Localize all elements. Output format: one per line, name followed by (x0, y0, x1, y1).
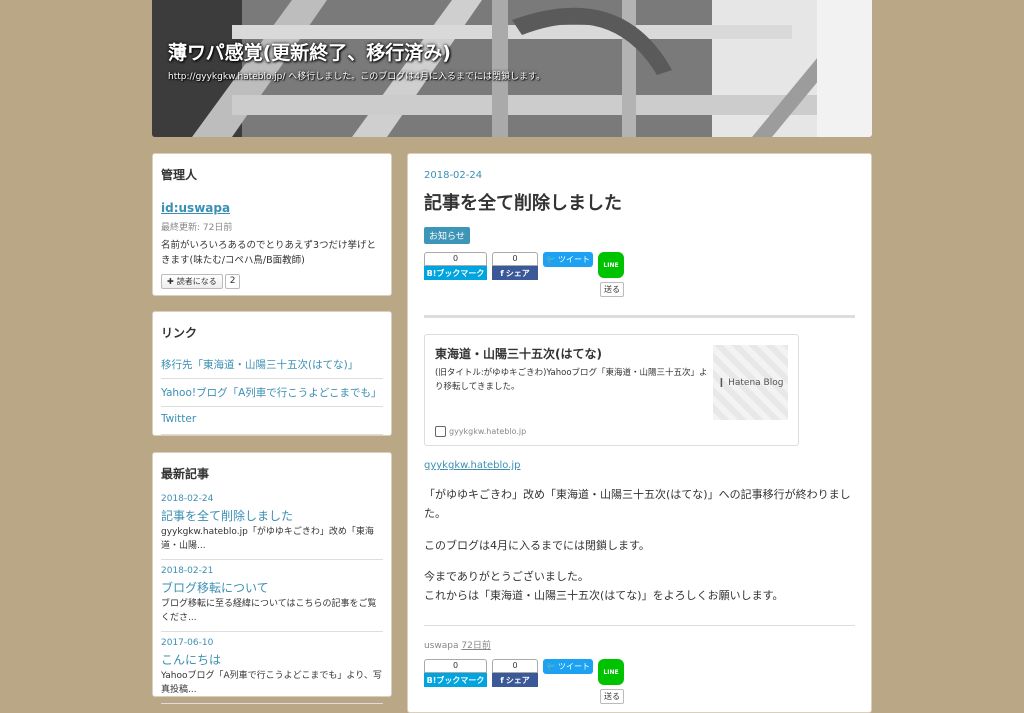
line-share: LINE 送る (598, 659, 626, 705)
link-migration[interactable]: 移行先「東海道・山陽三十五次(はてな)」 (161, 359, 358, 371)
line-icon[interactable]: LINE (598, 659, 624, 686)
blog-description: http://gyykgkw.hateblo.jp/ へ移行しました。このブログ… (168, 72, 546, 82)
facebook-icon: f (500, 675, 504, 685)
paragraph-line: これからは「東海道・山陽三十五次(はてな)」をよろしくお願いします。 (424, 589, 784, 602)
line-icon[interactable]: LINE (598, 252, 624, 278)
footer-author: uswapa (424, 641, 459, 652)
recent-entry-date: 2017-06-10 (161, 638, 214, 648)
line-send-button[interactable]: 送る (600, 282, 624, 297)
paragraph-line: 今までありがとうございました。 (424, 569, 589, 583)
blog-header: 薄ワパ感覚(更新終了、移行済み) http://gyykgkw.hateblo.… (152, 0, 872, 137)
recent-entry: 2017-06-10 こんにちは Yahooブログ「A列車で行こうよどこまでも」… (161, 632, 383, 704)
recent-entry-date: 2018-02-21 (161, 566, 214, 576)
recent-entry-summary: ブログ移転に至る経緯についてはこちらの記事をご覧くださ... (161, 599, 377, 623)
recent-entry-title[interactable]: こんにちは (161, 651, 383, 668)
twitter-bird-icon: 🐦 (546, 255, 556, 264)
facebook-share-count: 0 (492, 659, 538, 674)
plus-icon: ✚ (167, 277, 174, 287)
blog-title-link[interactable]: 薄ワパ感覚(更新終了、移行済み) (168, 38, 451, 65)
recent-entry: 2018-02-21 ブログ移転について ブログ移転に至る経緯についてはこちらの… (161, 560, 383, 632)
footer-time-link[interactable]: 72日前 (461, 641, 490, 651)
links-heading: リンク (161, 326, 198, 340)
link-item: 移行先「東海道・山陽三十五次(はてな)」 (161, 351, 383, 379)
embed-thumbnail: ❙ Hatena Blog (713, 345, 788, 420)
facebook-share-count: 0 (492, 252, 538, 266)
profile-intro: 名前がいろいろあるのでとりあえず3つだけ挙げときます(味たむ/コペハ鳥/B面教師… (161, 240, 377, 267)
hatena-bookmark-count: 0 (424, 659, 487, 674)
embed-site: gyykgkw.hateblo.jp (435, 426, 526, 437)
favicon-icon (435, 426, 446, 437)
user-id-link[interactable]: id:uswapa (161, 201, 383, 215)
recent-entry-title[interactable]: 記事を全て削除しました (161, 507, 383, 524)
tweet-label: ツイート (557, 255, 590, 264)
divider (424, 315, 855, 318)
article-title[interactable]: 記事を全て削除しました (424, 189, 855, 215)
recent-entry-date: 2018-02-24 (161, 494, 214, 504)
article-body: 「がゆゆキごきわ」改め「東海道・山陽三十五次(はてな)」への記事移行が終わりまし… (424, 485, 855, 605)
paragraph: 「がゆゆキごきわ」改め「東海道・山陽三十五次(はてな)」への記事移行が終わりまし… (424, 488, 851, 521)
facebook-share-label: シェア (505, 268, 530, 278)
hatena-blog-icon: ❙ (717, 377, 726, 388)
facebook-share-button[interactable]: 0 f シェア (492, 252, 538, 280)
category-badge[interactable]: お知らせ (424, 227, 470, 244)
hatena-bookmark-count: 0 (424, 252, 487, 266)
line-send-button[interactable]: 送る (600, 689, 624, 705)
recent-heading: 最新記事 (161, 467, 210, 481)
embed-site-name: gyykgkw.hateblo.jp (449, 427, 527, 436)
twitter-bird-icon: 🐦 (546, 662, 556, 672)
blog-card-embed[interactable]: 東海道・山陽三十五次(はてな) (旧タイトル:がゆゆキごきわ)Yahooブログ「… (424, 334, 799, 446)
tweet-button[interactable]: 🐦 ツイート (543, 659, 593, 675)
facebook-share-label: シェア (505, 675, 530, 685)
embed-description: (旧タイトル:がゆゆキごきわ)Yahooブログ「東海道・山陽三十五次」より移転し… (435, 368, 708, 392)
recent-entry-summary: Yahooブログ「A列車で行こうよどこまでも」より、写真投稿... (161, 671, 382, 695)
recent-entry-title[interactable]: ブログ移転について (161, 579, 383, 596)
recent-entries-module: 最新記事 2018-02-24 記事を全て削除しました gyykgkw.hate… (152, 452, 392, 704)
last-update: 最終更新: 72日前 (161, 223, 233, 233)
recent-entry: 2018-02-24 記事を全て削除しました gyykgkw.hateblo.j… (161, 488, 383, 560)
source-link[interactable]: gyykgkw.hateblo.jp (424, 460, 520, 471)
paragraph: このブログは4月に入るまでには閉鎖します。 (424, 538, 650, 552)
tweet-button[interactable]: 🐦 ツイート (543, 252, 593, 267)
article-date[interactable]: 2018-02-24 (424, 170, 855, 181)
subscribe-button-label: 読者になる (176, 277, 217, 287)
hatena-bookmark-button[interactable]: 0 B!ブックマーク (424, 252, 487, 280)
facebook-icon: f (500, 268, 504, 278)
hatena-bookmark-label: B!ブックマーク (424, 266, 487, 280)
facebook-share-button[interactable]: 0 f シェア (492, 659, 538, 688)
tweet-label: ツイート (557, 662, 590, 672)
share-buttons-bottom: 0 B!ブックマーク 0 f シェア 🐦 ツイート LINE 送る (424, 659, 855, 705)
link-item: Twitter (161, 407, 383, 435)
paragraph: 今までありがとうございました。これからは「東海道・山陽三十五次(はてな)」をよろ… (424, 567, 855, 606)
recent-entry-summary: gyykgkw.hateblo.jp「がゆゆキごきわ」改め「東海道・山陽... (161, 527, 374, 551)
profile-heading: 管理人 (161, 168, 198, 182)
article: 2018-02-24 記事を全て削除しました お知らせ 0 B!ブックマーク 0… (407, 153, 872, 713)
hatena-bookmark-button[interactable]: 0 B!ブックマーク (424, 659, 487, 688)
hatena-bookmark-label: B!ブックマーク (424, 673, 487, 688)
profile-module: 管理人 id:uswapa 最終更新: 72日前 名前がいろいろあるのでとりあえ… (152, 153, 392, 296)
share-buttons: 0 B!ブックマーク 0 f シェア 🐦 ツイート LINE 送る (424, 252, 855, 297)
line-share: LINE 送る (598, 252, 626, 297)
link-twitter[interactable]: Twitter (161, 413, 196, 425)
article-footer: uswapa 72日前 (424, 638, 855, 651)
link-item: Yahoo!ブログ「A列車で行こうよどこまでも」 (161, 379, 383, 407)
embed-thumbnail-label: Hatena Blog (728, 377, 784, 388)
subscribe-button[interactable]: ✚ 読者になる (161, 274, 223, 290)
links-module: リンク 移行先「東海道・山陽三十五次(はてな)」 Yahoo!ブログ「A列車で行… (152, 311, 392, 436)
reader-count: 2 (224, 274, 241, 290)
divider (424, 625, 855, 627)
link-yahoo-blog[interactable]: Yahoo!ブログ「A列車で行こうよどこまでも」 (161, 387, 381, 399)
